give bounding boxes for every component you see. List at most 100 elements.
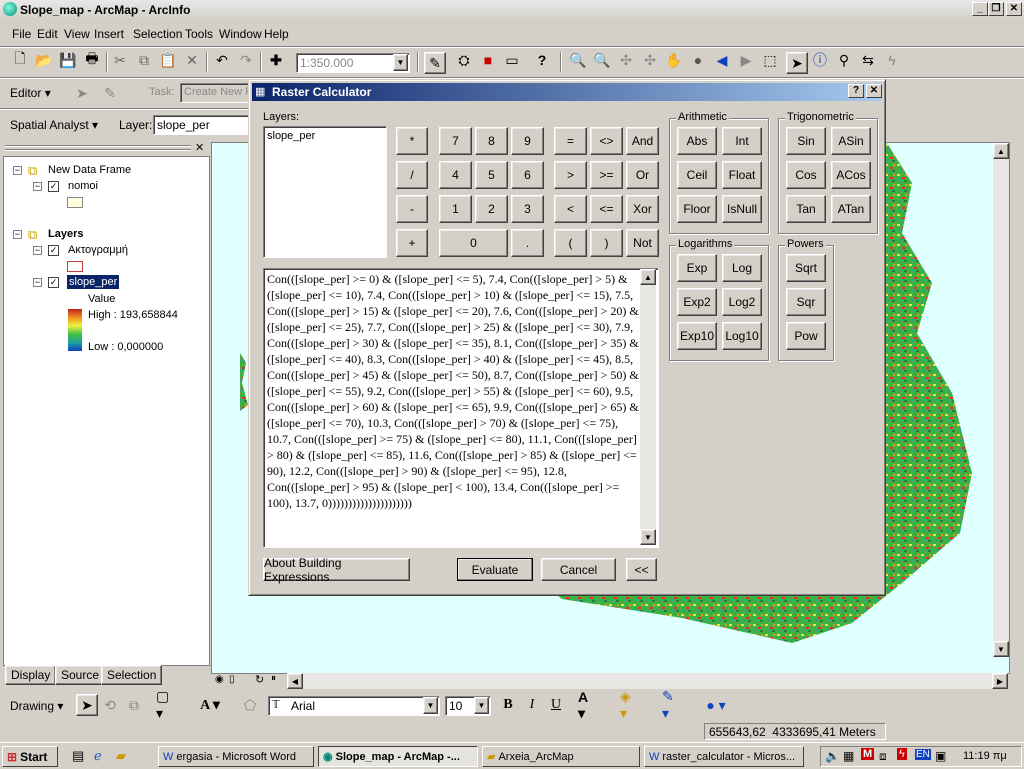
chevron-down-icon[interactable]: ▼ <box>423 697 438 714</box>
collapse-dialog-button[interactable]: << <box>626 558 657 581</box>
key-2[interactable]: 2 <box>475 195 508 223</box>
language-indicator[interactable]: EN <box>915 749 931 760</box>
key-multiply[interactable]: * <box>396 127 428 155</box>
key-less[interactable]: < <box>554 195 587 223</box>
edit-tool-icon[interactable]: ➤ <box>72 83 92 103</box>
paste-icon[interactable]: 📋 <box>158 50 178 70</box>
key-equals[interactable]: = <box>554 127 587 155</box>
text-tool-icon[interactable]: A ▾ <box>200 695 220 715</box>
key-xor[interactable]: Xor <box>626 195 659 223</box>
key-and[interactable]: And <box>626 127 659 155</box>
key-less-equal[interactable]: <= <box>590 195 623 223</box>
key-open-paren[interactable]: ( <box>554 229 587 257</box>
key-not-equal[interactable]: <> <box>590 127 623 155</box>
key-7[interactable]: 7 <box>439 127 472 155</box>
layout-view-icon[interactable]: ▯ <box>229 674 235 685</box>
scroll-down-arrow-icon[interactable]: ▼ <box>993 641 1009 657</box>
toc-layer-nomoi[interactable]: nomoi <box>68 180 98 192</box>
menu-help[interactable]: Help <box>264 27 289 41</box>
refresh-icon[interactable]: ↻ <box>255 673 264 686</box>
menu-view[interactable]: View <box>64 27 90 41</box>
print-icon[interactable]: 🖶 <box>82 50 102 70</box>
func-acos[interactable]: ACos <box>831 161 871 189</box>
about-building-expressions-button[interactable]: About Building Expressions <box>263 556 410 584</box>
key-or[interactable]: Or <box>626 161 659 189</box>
func-sqr[interactable]: Sqr <box>786 288 826 316</box>
menu-edit[interactable]: Edit <box>37 27 58 41</box>
func-floor[interactable]: Floor <box>677 195 717 223</box>
open-icon[interactable]: 📂 <box>34 50 54 70</box>
tab-source[interactable]: Source <box>55 665 106 685</box>
key-not[interactable]: Not <box>626 229 659 257</box>
forward-extent-icon[interactable]: ▶ <box>736 50 756 70</box>
scroll-up-arrow-icon[interactable]: ▲ <box>993 143 1009 159</box>
key-4[interactable]: 4 <box>439 161 472 189</box>
tab-selection[interactable]: Selection <box>101 665 163 685</box>
func-sin[interactable]: Sin <box>786 127 826 155</box>
menu-file[interactable]: File <box>12 27 31 41</box>
identify-icon[interactable]: ⓘ <box>810 50 830 70</box>
func-log10[interactable]: Log10 <box>722 322 762 350</box>
fixed-zoom-in-icon[interactable]: ✣ <box>616 50 636 70</box>
chevron-down-icon[interactable]: ▼ <box>474 697 489 714</box>
whats-this-icon[interactable]: ? <box>532 50 552 70</box>
editor-toolbar-icon[interactable]: ✎ <box>424 52 446 74</box>
select-elements-icon[interactable]: ➤ <box>76 694 98 716</box>
editor-menu[interactable]: Editor ▾ <box>10 86 51 100</box>
close-button[interactable]: ✕ <box>1006 2 1022 16</box>
layer-visibility-checkbox[interactable]: ✓ <box>48 277 59 288</box>
hyperlink-icon[interactable]: ϟ <box>882 50 902 70</box>
quicklaunch-ie-icon[interactable]: ℯ <box>94 748 102 764</box>
key-9[interactable]: 9 <box>511 127 544 155</box>
key-5[interactable]: 5 <box>475 161 508 189</box>
menu-insert[interactable]: Insert <box>94 27 124 41</box>
collapse-frame1-icon[interactable]: − <box>13 166 22 175</box>
key-6[interactable]: 6 <box>511 161 544 189</box>
undo-icon[interactable]: ↶ <box>212 50 232 70</box>
data-view-icon[interactable]: ◉ <box>215 674 224 685</box>
toolbox-icon[interactable]: ■ <box>478 50 498 70</box>
pause-drawing-icon[interactable]: ⏸ <box>271 673 276 684</box>
func-log[interactable]: Log <box>722 254 762 282</box>
arctoolbox-icon[interactable]: ⛭ <box>454 50 474 70</box>
layers-list-item[interactable]: slope_per <box>267 130 315 142</box>
zoom-whole-page-icon[interactable]: ⧉ <box>124 695 144 715</box>
key-3[interactable]: 3 <box>511 195 544 223</box>
dialog-close-button[interactable]: ✕ <box>866 84 882 98</box>
font-size-combobox[interactable]: 10 ▼ <box>445 696 491 716</box>
key-minus[interactable]: - <box>396 195 428 223</box>
volume-icon[interactable]: 🔈 <box>825 749 840 763</box>
toc-frame-layers[interactable]: Layers <box>48 228 83 240</box>
tray-antivirus-icon[interactable]: ϟ <box>897 748 907 760</box>
font-combobox[interactable]: 𝕋 Arial ▼ <box>268 696 440 716</box>
rectangle-icon[interactable]: ▢ ▾ <box>156 688 176 721</box>
toc-layer-slope-per[interactable]: slope_per <box>67 275 120 289</box>
func-exp2[interactable]: Exp2 <box>677 288 717 316</box>
func-log2[interactable]: Log2 <box>722 288 762 316</box>
toc-close-icon[interactable]: ✕ <box>195 141 204 154</box>
quicklaunch-desktop-icon[interactable]: ▤ <box>72 748 84 764</box>
drawing-menu[interactable]: Drawing ▾ <box>10 699 63 713</box>
collapse-layer3-icon[interactable]: − <box>33 278 42 287</box>
tab-display[interactable]: Display <box>5 665 57 685</box>
add-data-icon[interactable]: ✚ <box>266 50 286 70</box>
key-1[interactable]: 1 <box>439 195 472 223</box>
start-button[interactable]: ⊞ Start <box>2 746 58 767</box>
fixed-zoom-out-icon[interactable]: ✣ <box>640 50 660 70</box>
restore-button[interactable]: ❐ <box>988 2 1004 16</box>
sketch-tool-icon[interactable]: ✎ <box>100 83 120 103</box>
layer-visibility-checkbox[interactable]: ✓ <box>48 181 59 192</box>
find-icon[interactable]: ⚲ <box>834 50 854 70</box>
task-combobox[interactable]: Create New F <box>180 83 252 103</box>
key-greater[interactable]: > <box>554 161 587 189</box>
save-icon[interactable]: 💾 <box>58 50 78 70</box>
map-vertical-scrollbar[interactable]: ▲ ▼ <box>993 143 1009 657</box>
layer-visibility-checkbox[interactable]: ✓ <box>48 245 59 256</box>
cancel-button[interactable]: Cancel <box>541 558 616 581</box>
quicklaunch-folder-icon[interactable]: ▰ <box>116 748 126 764</box>
collapse-layer1-icon[interactable]: − <box>33 182 42 191</box>
func-sqrt[interactable]: Sqrt <box>786 254 826 282</box>
zoom-out-icon[interactable]: 🔍 <box>592 50 612 70</box>
func-pow[interactable]: Pow <box>786 322 826 350</box>
tray-app-icon[interactable]: ▦ <box>843 749 854 763</box>
